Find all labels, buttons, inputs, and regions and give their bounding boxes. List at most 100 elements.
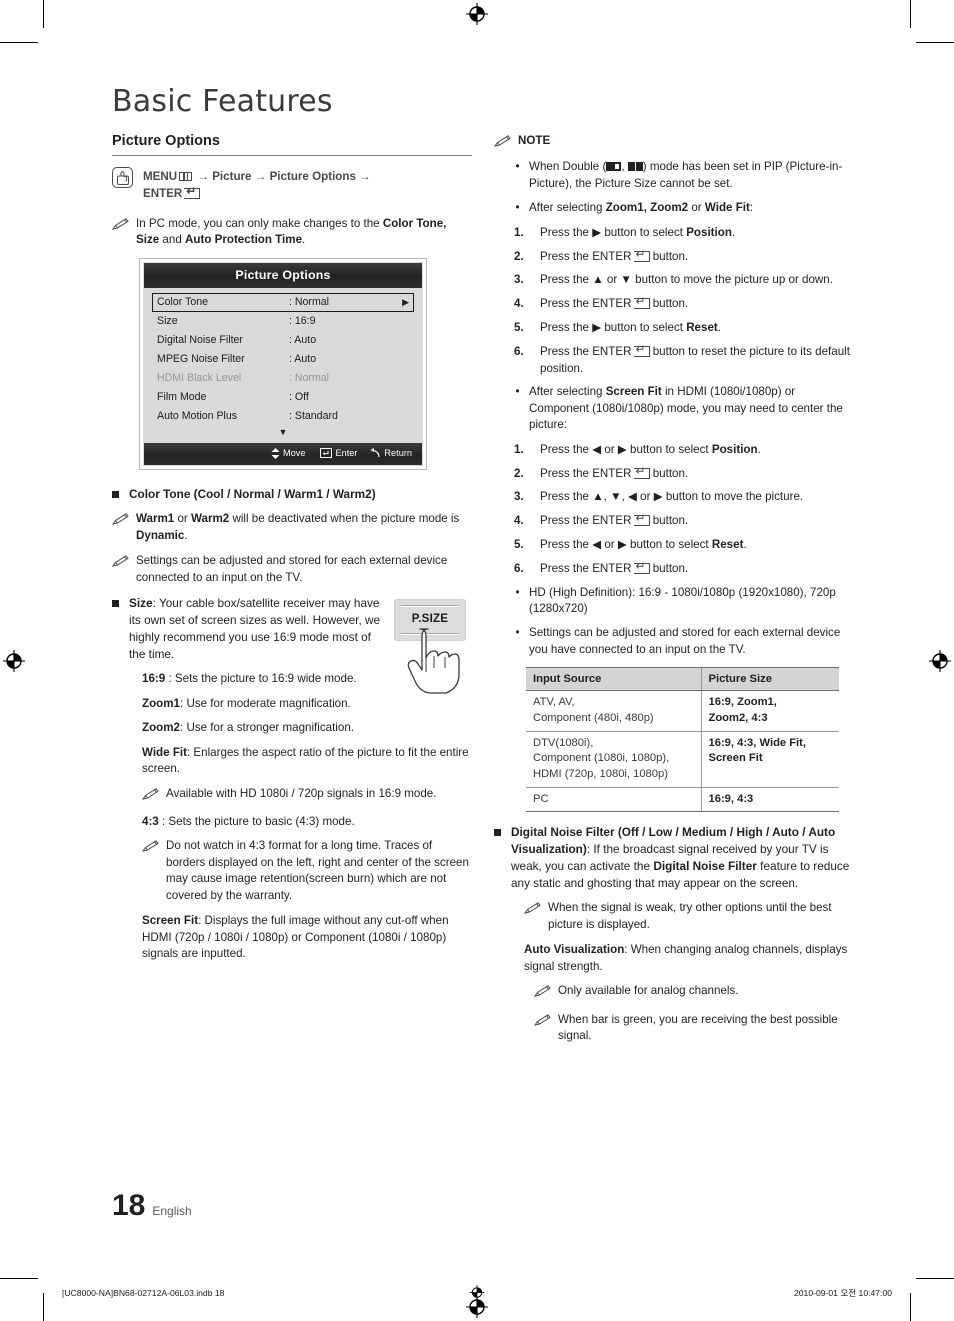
tv-menu-list: Color Tone : Normal ▶ Size : 16:9 Digita… bbox=[144, 287, 422, 443]
tv-menu-item-value: : Off bbox=[289, 391, 309, 404]
bullet-settings-stored: • Settings can be adjusted and stored fo… bbox=[514, 625, 854, 658]
zoom-bold: Zoom1, Zoom2 bbox=[605, 201, 689, 215]
enter-key-icon bbox=[633, 343, 650, 357]
input-source-picture-size-table: Input Source Picture Size ATV, AV, Compo… bbox=[526, 667, 839, 813]
size-line: Screen Fit bbox=[708, 752, 763, 765]
tv-menu-item-label: Film Mode bbox=[157, 391, 207, 404]
note-green-bar: When bar is green, you are receiving the… bbox=[533, 1012, 854, 1045]
size-option-screen-fit: Screen Fit: Displays the full image with… bbox=[142, 913, 472, 962]
dynamic-bold: Dynamic bbox=[136, 528, 185, 542]
page-title: Basic Features bbox=[112, 84, 333, 119]
page-number-block: 18 English bbox=[112, 1189, 192, 1223]
step-text: Press the ENTER bbox=[540, 561, 632, 575]
note-weak-signal: When the signal is weak, try other optio… bbox=[523, 900, 854, 933]
zoom-post: : bbox=[749, 201, 754, 215]
size-option-43: 4:3 : Sets the picture to basic (4:3) mo… bbox=[142, 814, 472, 830]
enter-key-icon bbox=[320, 448, 333, 459]
pencil-glyph bbox=[111, 555, 129, 568]
table-cell-size: 16:9, 4:3 bbox=[701, 787, 839, 813]
bullet-dot-icon: • bbox=[515, 626, 520, 640]
tv-menu-item-label: HDMI Black Level bbox=[157, 372, 242, 385]
size-option-desc: : Use for moderate magnification. bbox=[180, 696, 351, 710]
step-number: 6. bbox=[514, 344, 524, 358]
screenfit-bold: Screen Fit bbox=[605, 385, 662, 399]
section-divider bbox=[112, 155, 472, 156]
warm-period: . bbox=[184, 528, 188, 542]
auto-visualization-desc: Auto Visualization: When changing analog… bbox=[524, 942, 854, 975]
step-number: 3. bbox=[514, 490, 524, 504]
step-tail: . bbox=[717, 321, 721, 334]
table-row: ATV, AV, Component (480i, 480p) 16:9, Zo… bbox=[526, 690, 839, 732]
screenfit-step-3: 3. Press the ▲, ▼, ◀ or ▶ button to move… bbox=[514, 489, 854, 506]
note-weak-signal-text: When the signal is weak, try other optio… bbox=[548, 901, 832, 931]
press-button-icon bbox=[112, 167, 133, 188]
heading-color-tone: Color Tone (Cool / Normal / Warm1 / Warm… bbox=[112, 486, 472, 503]
tv-menu-item-label: Digital Noise Filter bbox=[157, 334, 243, 347]
size-option-label: 16:9 bbox=[142, 672, 166, 686]
step-text: Press the ▶ button to select bbox=[540, 321, 687, 334]
pc-note-suffix: . bbox=[302, 233, 306, 247]
tv-menu-item-color-tone[interactable]: Color Tone : Normal ▶ bbox=[152, 292, 414, 312]
enter-key-icon bbox=[633, 465, 650, 479]
tv-menu-item-hdmi-black-level: HDMI Black Level : Normal bbox=[152, 369, 414, 388]
size-option-label: Zoom1 bbox=[142, 696, 181, 710]
step-tail: . bbox=[731, 225, 736, 239]
pencil-glyph bbox=[141, 787, 159, 800]
step-tail: button. bbox=[649, 249, 689, 263]
size-option-label: Screen Fit bbox=[142, 914, 199, 928]
bullet-dot-icon: • bbox=[515, 385, 520, 399]
registration-mark-right bbox=[929, 650, 951, 672]
screenfit-step-5: 5. Press the ◀ or ▶ button to select Res… bbox=[514, 537, 854, 554]
menu-path-picture: Picture bbox=[212, 170, 252, 183]
tv-menu-item-size[interactable]: Size : 16:9 bbox=[152, 312, 414, 331]
tv-menu-item-value: : Standard bbox=[289, 410, 338, 423]
tv-menu-item-film-mode[interactable]: Film Mode : Off bbox=[152, 388, 414, 407]
tv-menu-item-digital-noise-filter[interactable]: Digital Noise Filter : Auto bbox=[152, 331, 414, 350]
crop-mark-top-right-v bbox=[910, 0, 911, 28]
tv-menu-hint-bar: Move Enter Return bbox=[144, 442, 422, 465]
psize-key-label: P.SIZE bbox=[411, 612, 449, 626]
tv-menu-item-auto-motion-plus[interactable]: Auto Motion Plus : Standard bbox=[152, 407, 414, 426]
scroll-down-icon[interactable]: ▼ bbox=[152, 426, 414, 441]
footer-registration-mark bbox=[469, 1284, 485, 1302]
step-number: 2. bbox=[514, 249, 524, 263]
pencil-glyph bbox=[533, 1013, 551, 1026]
bullet-after-zoom: • After selecting Zoom1, Zoom2 or Wide F… bbox=[514, 200, 854, 216]
hint-enter: Enter bbox=[318, 448, 357, 459]
source-line: ATV, AV, bbox=[533, 696, 575, 709]
bullet-dot-icon: • bbox=[515, 585, 520, 599]
tv-menu-title: Picture Options bbox=[144, 262, 422, 288]
step-text: Press the ▲ or ▼ button to move the pict… bbox=[540, 273, 833, 287]
pip-mode-icon-a bbox=[606, 162, 622, 172]
step-tail: button. bbox=[649, 514, 689, 528]
enter-key-icon bbox=[633, 295, 650, 310]
table-cell-size: 16:9, 4:3, Wide Fit, Screen Fit bbox=[701, 731, 839, 788]
size-line: 16:9, Zoom1, bbox=[708, 696, 777, 709]
size-option-wide-fit: Wide Fit: Enlarges the aspect ratio of t… bbox=[142, 745, 472, 778]
color-tone-heading-text: Color Tone (Cool / Normal / Warm1 / Warm… bbox=[129, 486, 376, 501]
tv-menu-item-value: : Auto bbox=[289, 353, 317, 366]
source-line: Component (480i, 480p) bbox=[533, 712, 654, 725]
warm-text: will be deactivated when the picture mod… bbox=[229, 512, 460, 526]
tv-menu-item-mpeg-noise-filter[interactable]: MPEG Noise Filter : Auto bbox=[152, 350, 414, 369]
pencil-glyph bbox=[523, 902, 541, 915]
crop-mark-bottom-right-h bbox=[916, 1278, 954, 1279]
size-line: Zoom2, 4:3 bbox=[708, 712, 768, 725]
menu-grid-icon bbox=[179, 172, 193, 181]
square-bullet-icon bbox=[494, 829, 501, 837]
path-arrow-1: → bbox=[197, 170, 209, 183]
enter-key-icon bbox=[633, 560, 650, 574]
step-text: Press the ENTER bbox=[540, 466, 632, 480]
return-arrow-icon bbox=[370, 448, 381, 458]
left-column: Picture Options MENU → Picture → Picture… bbox=[111, 133, 472, 971]
manual-page: Basic Features Picture Options MENU → Pi… bbox=[0, 0, 954, 1321]
crop-mark-bottom-right-v bbox=[910, 1293, 911, 1321]
source-line: DTV(1080i), bbox=[533, 736, 594, 749]
bullet-settings-text: Settings can be adjusted and stored for … bbox=[529, 626, 841, 656]
step-number: 4. bbox=[514, 297, 524, 311]
heading-digital-noise-filter: Digital Noise Filter (Off / Low / Medium… bbox=[494, 824, 854, 891]
pencil-icon bbox=[111, 216, 129, 249]
warm-or: or bbox=[174, 512, 191, 526]
note-analog-only: Only available for analog channels. bbox=[533, 983, 854, 1002]
size-heading-bold: Size bbox=[129, 596, 153, 611]
